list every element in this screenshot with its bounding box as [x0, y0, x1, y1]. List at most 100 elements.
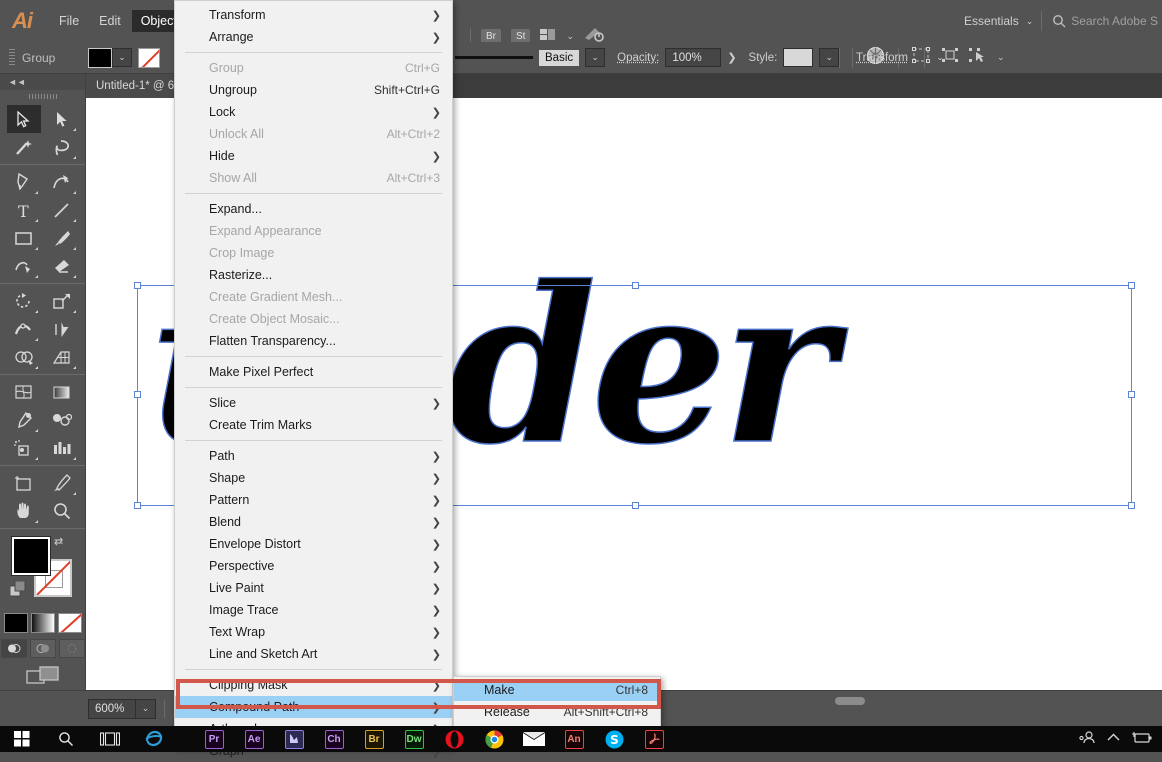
internet-explorer-icon[interactable]	[132, 730, 176, 748]
task-view-icon[interactable]	[88, 732, 132, 747]
menu-item-arrange[interactable]: Arrange ❯	[175, 26, 452, 48]
menu-edit[interactable]: Edit	[90, 10, 130, 32]
eyedropper-tool-icon[interactable]	[7, 406, 41, 434]
draw-behind-button[interactable]	[30, 639, 56, 658]
taskbar-app-aftereffects[interactable]: Ae	[234, 726, 274, 752]
curvature-tool-icon[interactable]	[45, 168, 79, 196]
fill-color-swatch[interactable]	[88, 48, 112, 68]
menu-file[interactable]: File	[50, 10, 88, 32]
scale-tool-icon[interactable]	[45, 287, 79, 315]
taskbar-app-opera[interactable]	[434, 726, 474, 752]
selection-handle[interactable]	[1128, 282, 1135, 289]
taskbar-app-animate[interactable]: An	[554, 726, 594, 752]
opacity-value-field[interactable]: 100%	[665, 48, 721, 67]
artboard-tool-icon[interactable]	[7, 469, 41, 497]
workspace-switcher[interactable]: Essentials ⌄	[956, 10, 1041, 32]
menu-item-transform[interactable]: Transform ❯	[175, 4, 452, 26]
fill-dropdown-caret[interactable]: ⌄	[112, 48, 132, 67]
menu-item-make-pixel-perfect[interactable]: Make Pixel Perfect	[175, 361, 452, 383]
menu-item-expand[interactable]: Expand...	[175, 198, 452, 220]
gradient-tool-icon[interactable]	[45, 378, 79, 406]
people-icon[interactable]	[1079, 731, 1095, 747]
menu-item-shape[interactable]: Shape ❯	[175, 467, 452, 489]
horizontal-scrollbar-thumb[interactable]	[835, 697, 865, 705]
default-fill-stroke-icon[interactable]	[10, 581, 26, 602]
tools-panel-grip[interactable]	[0, 90, 85, 102]
battery-icon[interactable]	[1132, 732, 1152, 747]
menu-item-hide[interactable]: Hide ❯	[175, 145, 452, 167]
eraser-tool-icon[interactable]	[45, 252, 79, 280]
taskbar-search-icon[interactable]	[44, 731, 88, 747]
object-menu-dropdown[interactable]: Transform ❯ Arrange ❯ Group Ctrl+G Ungroup Shif…	[174, 0, 453, 748]
isolate-selected-icon[interactable]	[968, 47, 988, 68]
rotate-tool-icon[interactable]	[7, 287, 41, 315]
stroke-profile-caret[interactable]: ⌄	[585, 48, 605, 67]
menu-item-rasterize[interactable]: Rasterize...	[175, 264, 452, 286]
fill-swatch[interactable]	[12, 537, 50, 575]
width-tool-icon[interactable]	[7, 315, 41, 343]
menu-item-lock[interactable]: Lock ❯	[175, 101, 452, 123]
blend-tool-icon[interactable]	[45, 406, 79, 434]
chevron-down-icon[interactable]: ⌄	[997, 52, 1005, 63]
document-tab[interactable]: Untitled-1* @ 6	[86, 74, 184, 98]
zoom-level-field[interactable]: 600%	[88, 699, 136, 719]
swap-fill-stroke-icon[interactable]: ⇄	[54, 535, 63, 548]
shape-builder-tool-icon[interactable]	[7, 343, 41, 371]
stroke-profile-label[interactable]: Basic	[539, 50, 579, 66]
menu-item-compound-path[interactable]: Compound Path ❯	[175, 696, 452, 718]
submenu-item-make[interactable]: Make Ctrl+8	[454, 679, 660, 701]
taskbar-app-dreamweaver[interactable]: Dw	[394, 726, 434, 752]
selection-tool-icon[interactable]	[7, 105, 41, 133]
mesh-tool-icon[interactable]	[7, 378, 41, 406]
line-segment-tool-icon[interactable]	[45, 196, 79, 224]
draw-inside-button[interactable]	[59, 639, 85, 658]
opacity-label[interactable]: Opacity:	[617, 52, 659, 64]
menu-item-ungroup[interactable]: Ungroup Shift+Ctrl+G	[175, 79, 452, 101]
draw-normal-button[interactable]	[1, 639, 27, 658]
paintbrush-tool-icon[interactable]	[45, 224, 79, 252]
style-label[interactable]: Style:	[749, 52, 778, 64]
shaper-tool-icon[interactable]	[7, 252, 41, 280]
menu-item-perspective[interactable]: Perspective ❯	[175, 555, 452, 577]
taskbar-app-skype[interactable]: S	[594, 726, 634, 752]
align-objects-icon[interactable]	[941, 47, 959, 68]
none-mode-button[interactable]	[58, 613, 82, 633]
selection-handle[interactable]	[134, 502, 141, 509]
taskbar-app-premiere[interactable]: Pr	[194, 726, 234, 752]
graphic-style-swatch[interactable]	[783, 48, 813, 67]
taskbar-app-bridge[interactable]: Br	[354, 726, 394, 752]
chevron-down-icon[interactable]: ⌄	[566, 31, 574, 42]
pen-tool-icon[interactable]	[7, 168, 41, 196]
taskbar-app-characteranimator[interactable]: Ch	[314, 726, 354, 752]
collapse-panel-button[interactable]: ◄◄	[0, 74, 85, 90]
menu-item-line-and-sketch-art[interactable]: Line and Sketch Art ❯	[175, 643, 452, 665]
opacity-flyout-arrow[interactable]: ❯	[727, 51, 736, 64]
menu-item-live-paint[interactable]: Live Paint ❯	[175, 577, 452, 599]
menu-item-path[interactable]: Path ❯	[175, 445, 452, 467]
screen-mode-button[interactable]	[0, 666, 85, 686]
menu-item-create-trim-marks[interactable]: Create Trim Marks	[175, 414, 452, 436]
zoom-tool-icon[interactable]	[45, 497, 79, 525]
hand-tool-icon[interactable]	[7, 497, 41, 525]
symbol-sprayer-tool-icon[interactable]	[7, 434, 41, 462]
taskbar-app-illustrator[interactable]	[274, 726, 314, 752]
selection-handle[interactable]	[632, 282, 639, 289]
lasso-tool-icon[interactable]	[45, 133, 79, 161]
direct-selection-tool-icon[interactable]	[45, 105, 79, 133]
search-adobe-stock[interactable]: Search Adobe S	[1052, 14, 1158, 28]
gradient-mode-button[interactable]	[31, 613, 55, 633]
taskbar-app-acrobat[interactable]	[634, 726, 674, 752]
selection-handle[interactable]	[632, 502, 639, 509]
selection-handle[interactable]	[1128, 391, 1135, 398]
slice-tool-icon[interactable]	[45, 469, 79, 497]
menu-item-clipping-mask[interactable]: Clipping Mask ❯	[175, 674, 452, 696]
color-mode-button[interactable]	[4, 613, 28, 633]
submenu-item-release[interactable]: Release Alt+Shift+Ctrl+8	[454, 701, 660, 723]
zoom-dropdown-caret[interactable]: ⌄	[136, 699, 156, 719]
menu-item-image-trace[interactable]: Image Trace ❯	[175, 599, 452, 621]
show-hidden-icons-icon[interactable]	[1107, 733, 1120, 745]
selection-handle[interactable]	[134, 282, 141, 289]
rectangle-tool-icon[interactable]	[7, 224, 41, 252]
menu-item-slice[interactable]: Slice ❯	[175, 392, 452, 414]
menu-item-text-wrap[interactable]: Text Wrap ❯	[175, 621, 452, 643]
